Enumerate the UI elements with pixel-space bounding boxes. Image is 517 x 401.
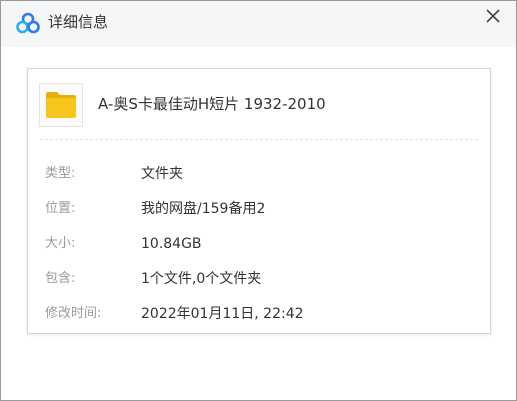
- file-name: A-奥S卡最佳动H短片 1932-2010: [98, 95, 326, 113]
- modified-time-value: 2022年01月11日, 22:42: [141, 306, 304, 322]
- type-label: 类型:: [45, 166, 76, 181]
- details-panel: A-奥S卡最佳动H短片 1932-2010 类型: 文件夹 位置: 我的网盘/1…: [27, 68, 491, 334]
- details-dialog: 详细信息 A-奥S卡最佳动H短片 1932-2010 类型: 文件夹 位置: 我…: [0, 0, 517, 401]
- folder-icon: [45, 91, 77, 119]
- close-icon[interactable]: [480, 3, 506, 29]
- file-thumbnail: [39, 83, 83, 127]
- dialog-title: 详细信息: [48, 13, 109, 31]
- size-value: 10.84GB: [141, 236, 202, 252]
- divider: [40, 139, 478, 140]
- contains-value: 1个文件,0个文件夹: [141, 271, 262, 287]
- modified-time-label: 修改时间:: [45, 306, 102, 321]
- size-label: 大小:: [45, 236, 76, 251]
- title-bar[interactable]: 详细信息: [1, 1, 516, 47]
- location-label: 位置:: [45, 201, 76, 216]
- location-value: 我的网盘/159备用2: [141, 201, 266, 217]
- type-value: 文件夹: [141, 166, 183, 182]
- contains-label: 包含:: [45, 271, 76, 286]
- baidu-netdisk-cloud-icon: [16, 12, 40, 34]
